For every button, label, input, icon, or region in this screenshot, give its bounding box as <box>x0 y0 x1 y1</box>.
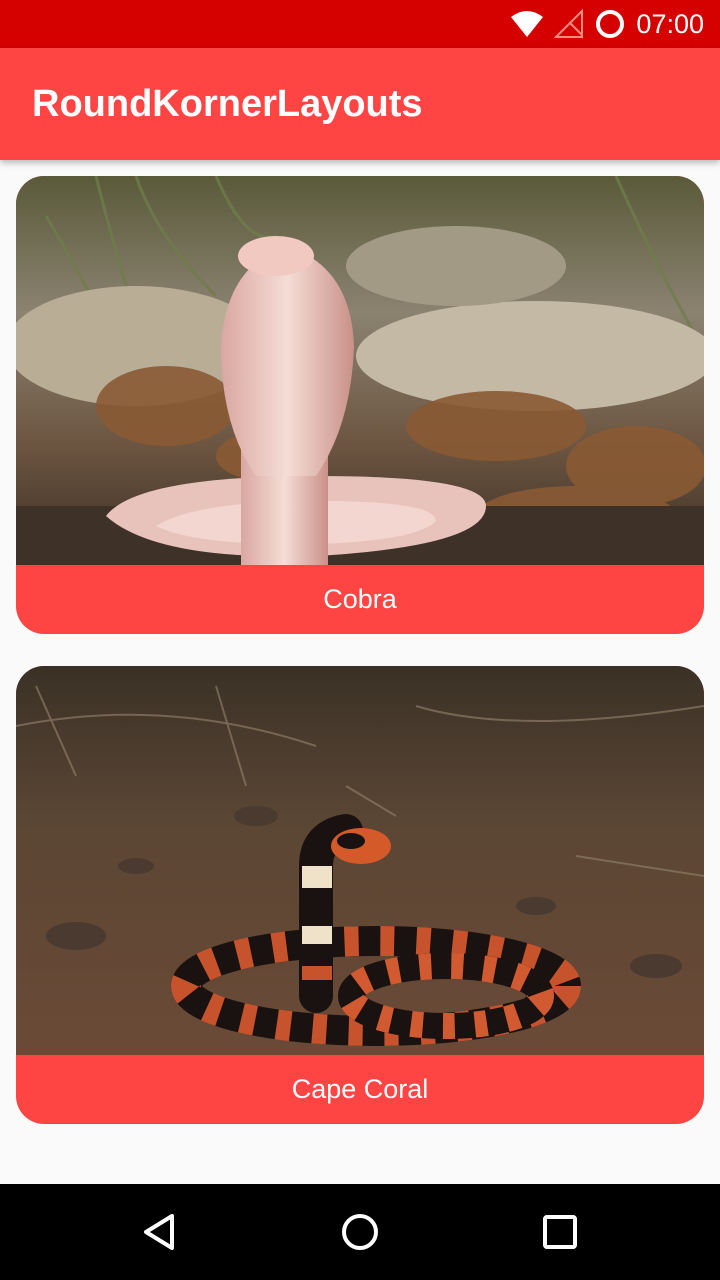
navigation-bar <box>0 1184 720 1280</box>
home-icon <box>342 1214 378 1250</box>
app-title: RoundKornerLayouts <box>32 83 423 125</box>
status-time: 07:00 <box>636 8 704 39</box>
status-bar: 07:00 <box>0 0 720 48</box>
wifi-icon <box>511 11 544 37</box>
snake-card-cobra[interactable]: Cobra <box>16 176 704 634</box>
home-button[interactable] <box>312 1184 408 1280</box>
app-bar: RoundKornerLayouts <box>0 48 720 160</box>
snake-card-cape-coral[interactable]: Cape Coral <box>16 666 704 1124</box>
card-caption: Cobra <box>323 584 397 614</box>
alarm-icon <box>596 10 625 38</box>
card-caption: Cape Coral <box>291 1074 429 1104</box>
cape-coral-image <box>16 666 704 1055</box>
recents-icon <box>543 1215 577 1249</box>
status-icons: 07:00 <box>510 0 704 48</box>
no-signal-icon <box>554 9 584 38</box>
cobra-image <box>16 176 704 565</box>
recents-button[interactable] <box>512 1184 608 1280</box>
back-button[interactable] <box>112 1184 208 1280</box>
back-icon <box>144 1214 174 1250</box>
